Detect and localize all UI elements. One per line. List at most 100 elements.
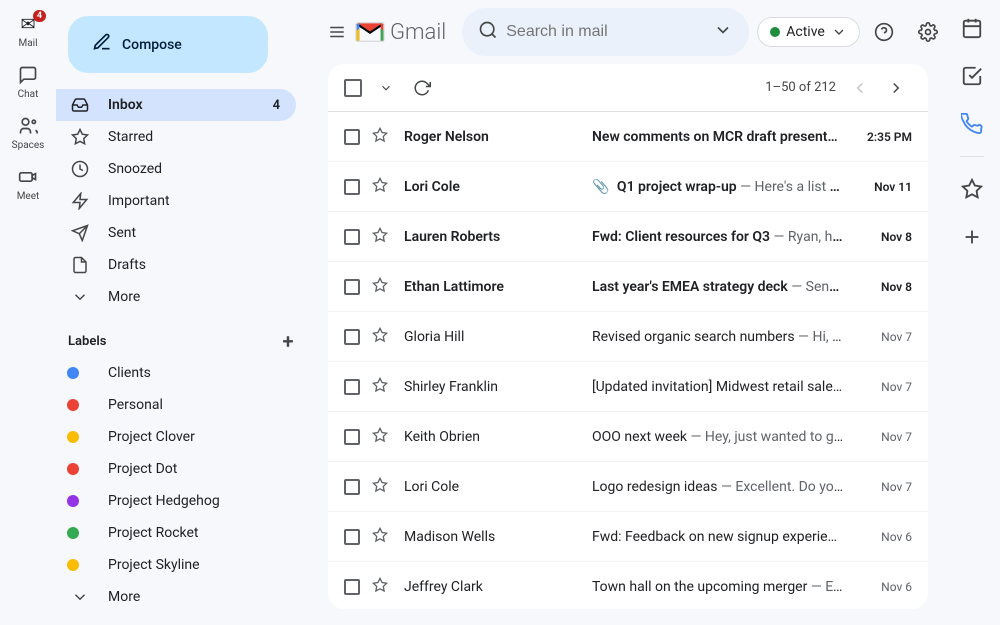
chat-icon	[16, 63, 40, 87]
email-time: Nov 6	[852, 580, 912, 594]
nav-snoozed[interactable]: Snoozed	[56, 153, 296, 185]
email-row[interactable]: Lori Cole 📎 Q1 project wrap-up — Here's …	[328, 162, 928, 212]
email-row[interactable]: Lori Cole Logo redesign ideas — Excellen…	[328, 462, 928, 512]
select-dropdown-button[interactable]	[370, 72, 402, 104]
row-star-button[interactable]	[372, 577, 392, 597]
nav-label-personal[interactable]: Personal	[56, 389, 296, 421]
email-row[interactable]: Shirley Franklin [Updated invitation] Mi…	[328, 362, 928, 412]
nav-starred[interactable]: Starred	[56, 121, 296, 153]
row-checkbox-wrap	[344, 179, 364, 195]
row-star-button[interactable]	[372, 377, 392, 397]
row-star-button[interactable]	[372, 177, 392, 197]
row-star-button[interactable]	[372, 277, 392, 297]
email-area: 1–50 of 212 Roger Nelson New comments on…	[328, 64, 928, 609]
gmail-logo: Gmail	[354, 16, 446, 48]
row-checkbox[interactable]	[344, 179, 360, 195]
sidebar-item-chat[interactable]: Chat	[4, 59, 52, 106]
nav-more[interactable]: More	[56, 281, 296, 313]
labels-list: Clients Personal Project Clover Project …	[56, 357, 312, 581]
snoozed-icon	[68, 160, 92, 178]
row-star-button[interactable]	[372, 127, 392, 147]
label-color-dot	[68, 495, 92, 507]
labels-more-icon	[68, 588, 92, 606]
row-checkbox[interactable]	[344, 579, 360, 595]
previous-page-button[interactable]	[844, 72, 876, 104]
email-row[interactable]: Roger Nelson New comments on MCR draft p…	[328, 112, 928, 162]
nav-drafts[interactable]: Drafts	[56, 249, 296, 281]
nav-inbox[interactable]: Inbox 4	[56, 89, 296, 121]
calendar-button[interactable]	[952, 8, 992, 48]
compose-button[interactable]: Compose	[68, 16, 268, 73]
settings-button[interactable]	[908, 12, 944, 52]
help-button[interactable]	[864, 12, 904, 52]
row-checkbox[interactable]	[344, 379, 360, 395]
email-row[interactable]: Lauren Roberts Fwd: Client resources for…	[328, 212, 928, 262]
label-name: Project Clover	[108, 429, 280, 445]
nav-important[interactable]: Important	[56, 185, 296, 217]
snoozed-label: Snoozed	[108, 161, 280, 177]
nav-label-project-clover[interactable]: Project Clover	[56, 421, 296, 453]
email-content: New comments on MCR draft presentation —…	[592, 129, 844, 145]
search-input[interactable]	[506, 23, 713, 41]
row-checkbox[interactable]	[344, 229, 360, 245]
hamburger-menu-button[interactable]	[328, 12, 346, 52]
add-panel-button[interactable]	[952, 217, 992, 257]
nav-label-project-rocket[interactable]: Project Rocket	[56, 517, 296, 549]
email-subject: [Updated invitation] Midwest retail sale…	[592, 379, 844, 395]
star-button[interactable]	[952, 169, 992, 209]
label-name: Clients	[108, 365, 280, 381]
sidebar-item-mail[interactable]: ✉ Mail 4	[4, 8, 52, 55]
nav-label-clients[interactable]: Clients	[56, 357, 296, 389]
contacts-button[interactable]	[952, 104, 992, 144]
active-status-button[interactable]: Active	[757, 17, 860, 47]
nav-sent[interactable]: Sent	[56, 217, 296, 249]
email-row[interactable]: Jeffrey Clark Town hall on the upcoming …	[328, 562, 928, 609]
sidebar-item-meet[interactable]: Meet	[4, 161, 52, 208]
email-list: Roger Nelson New comments on MCR draft p…	[328, 112, 928, 609]
next-page-button[interactable]	[880, 72, 912, 104]
row-star-button[interactable]	[372, 427, 392, 447]
search-bar[interactable]	[462, 8, 749, 56]
drafts-icon	[68, 256, 92, 274]
email-row[interactable]: Gloria Hill Revised organic search numbe…	[328, 312, 928, 362]
email-sender: Lori Cole	[404, 179, 584, 195]
starred-icon	[68, 128, 92, 146]
refresh-button[interactable]	[406, 72, 438, 104]
nav-labels-more[interactable]: More	[56, 581, 296, 613]
row-star-button[interactable]	[372, 227, 392, 247]
nav-label-project-skyline[interactable]: Project Skyline	[56, 549, 296, 581]
add-label-button[interactable]: +	[276, 329, 300, 353]
row-checkbox[interactable]	[344, 129, 360, 145]
row-checkbox[interactable]	[344, 479, 360, 495]
row-star-button[interactable]	[372, 477, 392, 497]
email-row[interactable]: Keith Obrien OOO next week — Hey, just w…	[328, 412, 928, 462]
main-area: Gmail Active	[312, 0, 944, 625]
row-checkbox[interactable]	[344, 529, 360, 545]
email-sender: Shirley Franklin	[404, 379, 584, 395]
email-sender: Lori Cole	[404, 479, 584, 495]
tasks-button[interactable]	[952, 56, 992, 96]
email-row[interactable]: Madison Wells Fwd: Feedback on new signu…	[328, 512, 928, 562]
row-checkbox[interactable]	[344, 429, 360, 445]
search-dropdown-icon[interactable]	[713, 20, 733, 45]
sidebar-item-spaces[interactable]: Spaces	[4, 110, 52, 157]
email-subject: Q1 project wrap-up	[617, 179, 737, 195]
spaces-icon	[16, 114, 40, 138]
row-star-button[interactable]	[372, 327, 392, 347]
select-all-checkbox[interactable]	[344, 79, 362, 97]
email-sender: Keith Obrien	[404, 429, 584, 445]
nav-label-project-dot[interactable]: Project Dot	[56, 453, 296, 485]
row-star-button[interactable]	[372, 527, 392, 547]
label-color-dot	[68, 527, 92, 539]
row-checkbox-wrap	[344, 429, 364, 445]
email-content: Last year's EMEA strategy deck — Sending…	[592, 279, 844, 295]
drafts-label: Drafts	[108, 257, 280, 273]
email-sender: Ethan Lattimore	[404, 279, 584, 295]
email-row[interactable]: Ethan Lattimore Last year's EMEA strateg…	[328, 262, 928, 312]
row-checkbox[interactable]	[344, 329, 360, 345]
nav-label-project-hedgehog[interactable]: Project Hedgehog	[56, 485, 296, 517]
email-snippet: — Hey, just wanted to give you a heads u…	[690, 429, 844, 445]
row-checkbox[interactable]	[344, 279, 360, 295]
email-snippet: — Excellent. Do you have time to meet wi…	[721, 479, 844, 495]
compose-icon	[92, 32, 112, 57]
